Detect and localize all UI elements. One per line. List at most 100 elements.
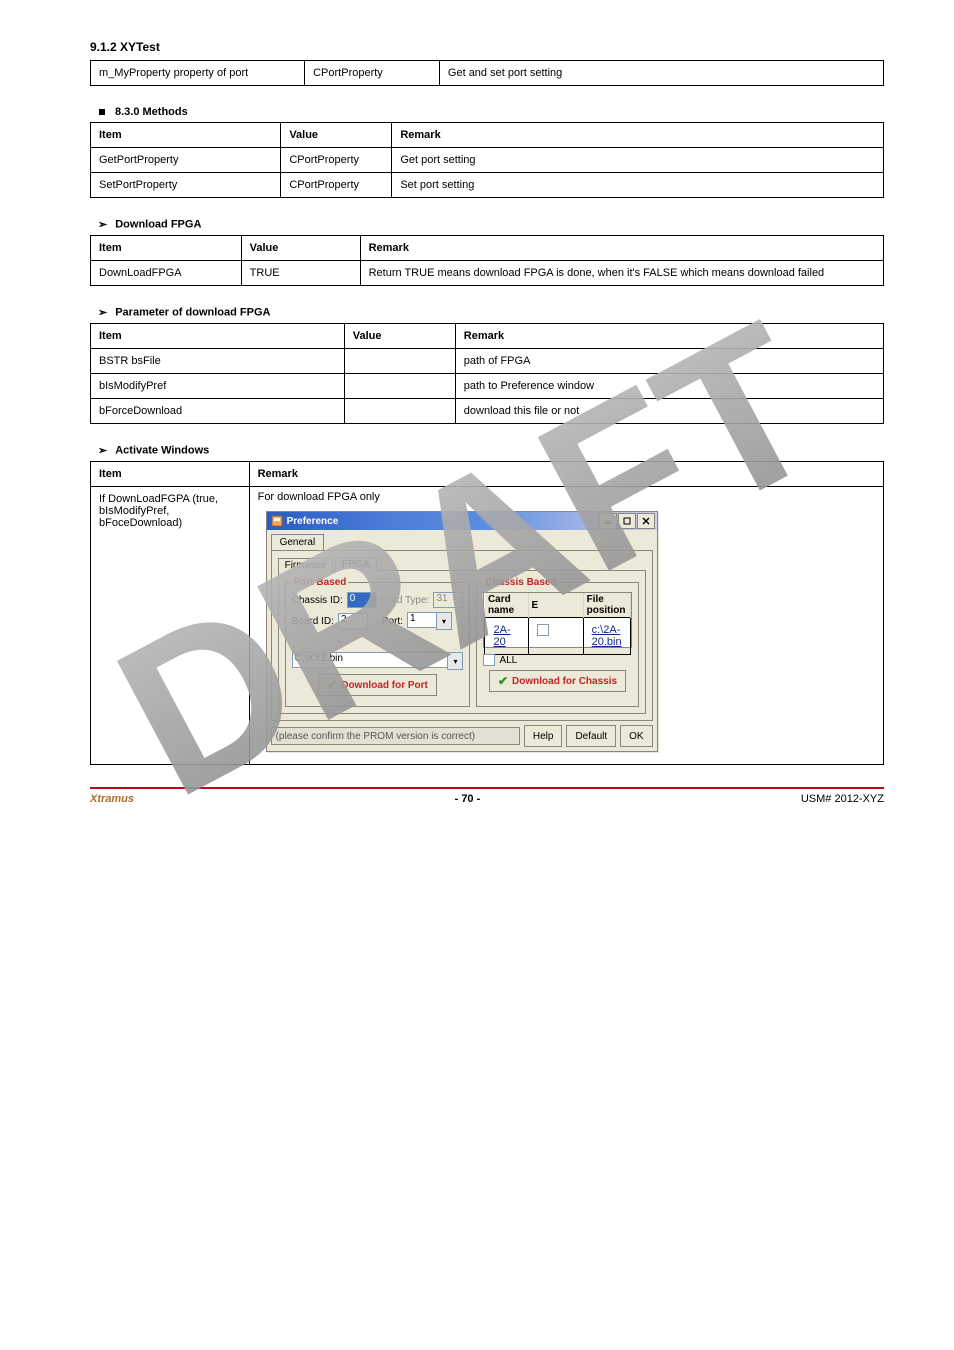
cell: Value [344,324,455,349]
check-icon: ✔ [327,679,337,691]
chevron-down-icon[interactable]: ▾ [447,652,463,670]
cell: Remark [360,236,883,261]
cell: Item [91,123,281,148]
cell: Value [281,123,392,148]
col-card[interactable]: Card name [485,593,528,618]
card-link[interactable]: 2A-20 [493,624,510,648]
board-id-input[interactable]: 2 [338,613,368,629]
table-row: SetPortProperty CPortProperty Set port s… [91,173,884,198]
cell: bForceDownload [91,399,345,424]
cell: m_MyProperty property of port [91,61,305,86]
section-methods-title: 8.3.0 Methods [115,106,188,118]
all-checkbox[interactable] [483,654,495,666]
arrow-icon: ➢ [98,444,107,457]
board-id-label: Board ID: [292,616,334,627]
cell: Get and set port setting [439,61,883,86]
chassis-list[interactable]: Card name E File position 2A-20 [483,592,631,648]
check-icon: ✔ [498,675,508,687]
table-row: bIsModifyPref path to Preference window [91,374,884,399]
table-row: Item Value Remark [91,324,884,349]
help-button[interactable]: Help [524,725,563,747]
file-combo[interactable]: C:\XYZ.bin ▾ [292,652,464,670]
table-row: Item Remark [91,462,884,487]
table-row: m_MyProperty property of port CPortPrope… [91,61,884,86]
table-row: DownLoadFPGA TRUE Return TRUE means down… [91,261,884,286]
chassis-id-input[interactable]: 0 [347,592,377,608]
cell: Return TRUE means download FPGA is done,… [360,261,883,286]
port-label: Port: [382,616,403,627]
cell [344,349,455,374]
table-download: Item Value Remark DownLoadFPGA TRUE Retu… [90,235,884,286]
tab-firmware[interactable]: Firmware [278,558,334,572]
table-row: Item Value Remark [91,123,884,148]
tab-general[interactable]: General [271,534,325,550]
cell [344,399,455,424]
cell: Get port setting [392,148,884,173]
cell: path to Preference window [455,374,883,399]
cell: GetPortProperty [91,148,281,173]
cell: Value [241,236,360,261]
col-e[interactable]: E [528,593,583,618]
download-port-button[interactable]: ✔ Download for Port [318,674,437,696]
default-button[interactable]: Default [566,725,616,747]
cell: Remark [392,123,884,148]
chassis-id-label: Chassis ID: [292,595,343,606]
table-row: bForceDownload download this file or not [91,399,884,424]
maximize-button[interactable] [618,513,636,529]
port-combo[interactable]: 1 ▾ [407,612,452,630]
section-fpga-params-title: Parameter of download FPGA [115,306,270,318]
all-label: ALL [499,655,517,666]
cell: Item [91,236,242,261]
checkbox-empty-icon[interactable] [537,624,549,636]
chevron-down-icon[interactable]: ▾ [436,612,452,630]
preference-window: Preference General [266,511,658,752]
bullet-square-icon [99,109,105,115]
cell: BSTR bsFile [91,349,345,374]
chassis-based-legend: Chassis Based [483,577,558,588]
table-activate: Item Remark If DownLoadFGPA (true, bIsMo… [90,461,884,765]
status-bar: (please confirm the PROM version is corr… [271,727,520,745]
port-value[interactable]: 1 [407,612,436,628]
footer-brand: Xtramus [90,793,134,805]
window-titlebar[interactable]: Preference [267,512,657,530]
col-file[interactable]: File position [583,593,630,618]
cell: DownLoadFPGA [91,261,242,286]
close-button[interactable] [637,513,655,529]
cell: If DownLoadFGPA (true, bIsModifyPref, bF… [91,487,250,765]
window-title: Preference [287,516,339,527]
cell: CPortProperty [281,173,392,198]
cell: CPortProperty [281,148,392,173]
minimize-button[interactable] [599,513,617,529]
arrow-icon: ➢ [98,218,107,231]
file-input[interactable]: C:\XYZ.bin [292,652,448,668]
footer-page: - 70 - [455,793,481,805]
tab-fpga[interactable]: FPGA [335,557,376,571]
card-type-input: 31 [433,592,463,608]
cell: bIsModifyPref [91,374,345,399]
cell: download this file or not [455,399,883,424]
cell: SetPortProperty [91,173,281,198]
footer-doc-id: USM# 2012-XYZ [801,793,884,805]
table-methods: Item Value Remark GetPortProperty CPortP… [90,122,884,198]
cell: Remark [455,324,883,349]
cell: path of FPGA [455,349,883,374]
port-based-group: Port Based Chassis ID: 0 Card Type: 31 [285,577,471,707]
file-link[interactable]: c:\2A-20.bin [592,624,622,648]
download-chassis-label: Download for Chassis [512,676,617,687]
cell: CPortProperty [305,61,440,86]
app-icon [271,515,283,527]
download-chassis-button[interactable]: ✔ Download for Chassis [489,670,626,692]
cell-remark-text: For download FPGA only [258,491,875,503]
table-row: BSTR bsFile path of FPGA [91,349,884,374]
section-xytest-title: 9.1.2 XYTest [90,40,884,54]
chassis-based-group: Chassis Based Card name E File position [476,577,638,707]
cell: Item [91,462,250,487]
cell: Remark [249,462,883,487]
page-footer: Xtramus - 70 - USM# 2012-XYZ [90,787,884,805]
section-download-title: Download FPGA [115,218,201,230]
cell [344,374,455,399]
section-activate-title: Activate Windows [115,444,209,456]
table-row: Item Value Remark [91,236,884,261]
cell: TRUE [241,261,360,286]
ok-button[interactable]: OK [620,725,652,747]
